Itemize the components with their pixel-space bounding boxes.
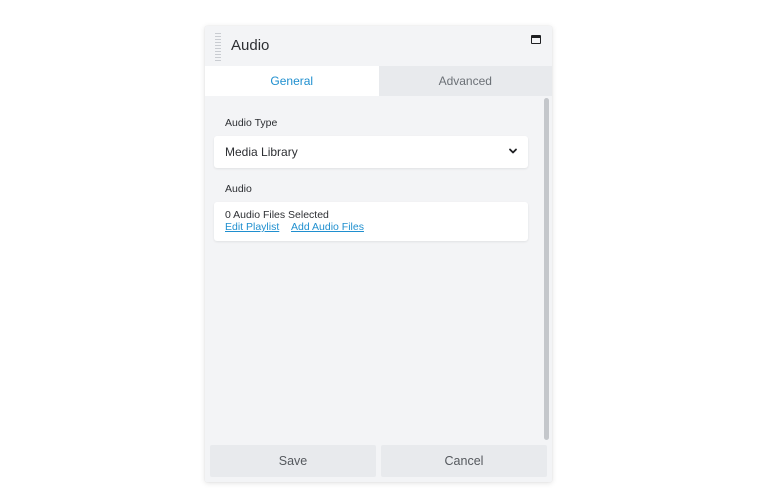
scrollbar[interactable] [544,98,549,440]
audio-type-label: Audio Type [225,117,278,129]
audio-label: Audio [225,183,252,195]
tab-advanced[interactable]: Advanced [378,66,552,96]
maximize-icon[interactable] [531,35,541,44]
audio-type-value: Media Library [225,145,298,159]
save-button[interactable]: Save [210,445,376,477]
dialog-titlebar[interactable]: Audio [205,26,552,66]
files-selected-text: 0 Audio Files Selected [225,209,329,221]
chevron-down-icon [509,148,517,154]
tab-bar: General Advanced [205,66,552,96]
drag-handle-icon[interactable] [215,33,221,61]
dialog-title: Audio [231,37,270,54]
settings-content: Audio Type Media Library Audio 0 Audio F… [205,96,552,441]
audio-files-box: 0 Audio Files Selected Edit Playlist Add… [214,202,528,241]
dialog-footer: Save Cancel [205,441,552,482]
audio-type-select[interactable]: Media Library [214,136,528,168]
tab-general[interactable]: General [205,66,379,96]
audio-settings-dialog: Audio General Advanced Audio Type Media … [205,26,552,482]
add-audio-files-link[interactable]: Add Audio Files [291,221,364,233]
edit-playlist-link[interactable]: Edit Playlist [225,221,279,233]
cancel-button[interactable]: Cancel [381,445,547,477]
